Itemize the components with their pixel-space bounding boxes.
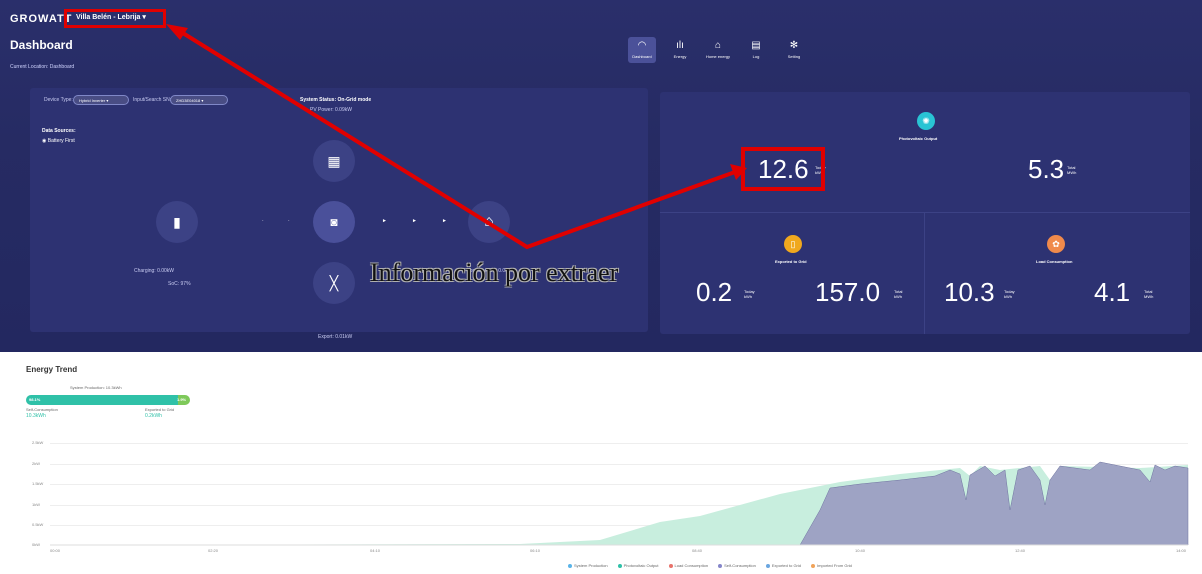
legend-item[interactable]: Imported From Grid — [811, 563, 852, 568]
legend-dot-icon — [568, 563, 572, 568]
legend-item[interactable]: Photovoltaic Output — [617, 563, 659, 568]
legend-item[interactable]: Self-Consumption — [718, 563, 756, 568]
legend-dot-icon — [668, 563, 673, 568]
legend-dot-icon — [811, 563, 815, 568]
x-tick: 04:10 — [370, 548, 381, 553]
legend-item[interactable]: Exported to Grid — [765, 563, 801, 568]
x-tick: 02:20 — [208, 548, 219, 553]
legend-dot-icon — [718, 563, 723, 568]
x-tick: 10:40 — [855, 548, 866, 553]
legend-item[interactable]: System Production — [568, 563, 608, 568]
x-tick: 06:10 — [530, 548, 541, 553]
x-tick: 12:40 — [1015, 548, 1026, 553]
x-tick: 14:00 — [1176, 548, 1187, 553]
chart-legend: System Production Photovoltaic Output Lo… — [568, 563, 852, 568]
x-tick: 08:40 — [692, 548, 703, 553]
legend-dot-icon — [617, 563, 622, 568]
legend-item[interactable]: Load Consumption — [668, 563, 708, 568]
self-consumption-area — [50, 461, 1189, 546]
energy-trend-chart — [50, 461, 1189, 546]
legend-dot-icon — [765, 563, 770, 568]
x-tick: 00:00 — [50, 548, 61, 553]
